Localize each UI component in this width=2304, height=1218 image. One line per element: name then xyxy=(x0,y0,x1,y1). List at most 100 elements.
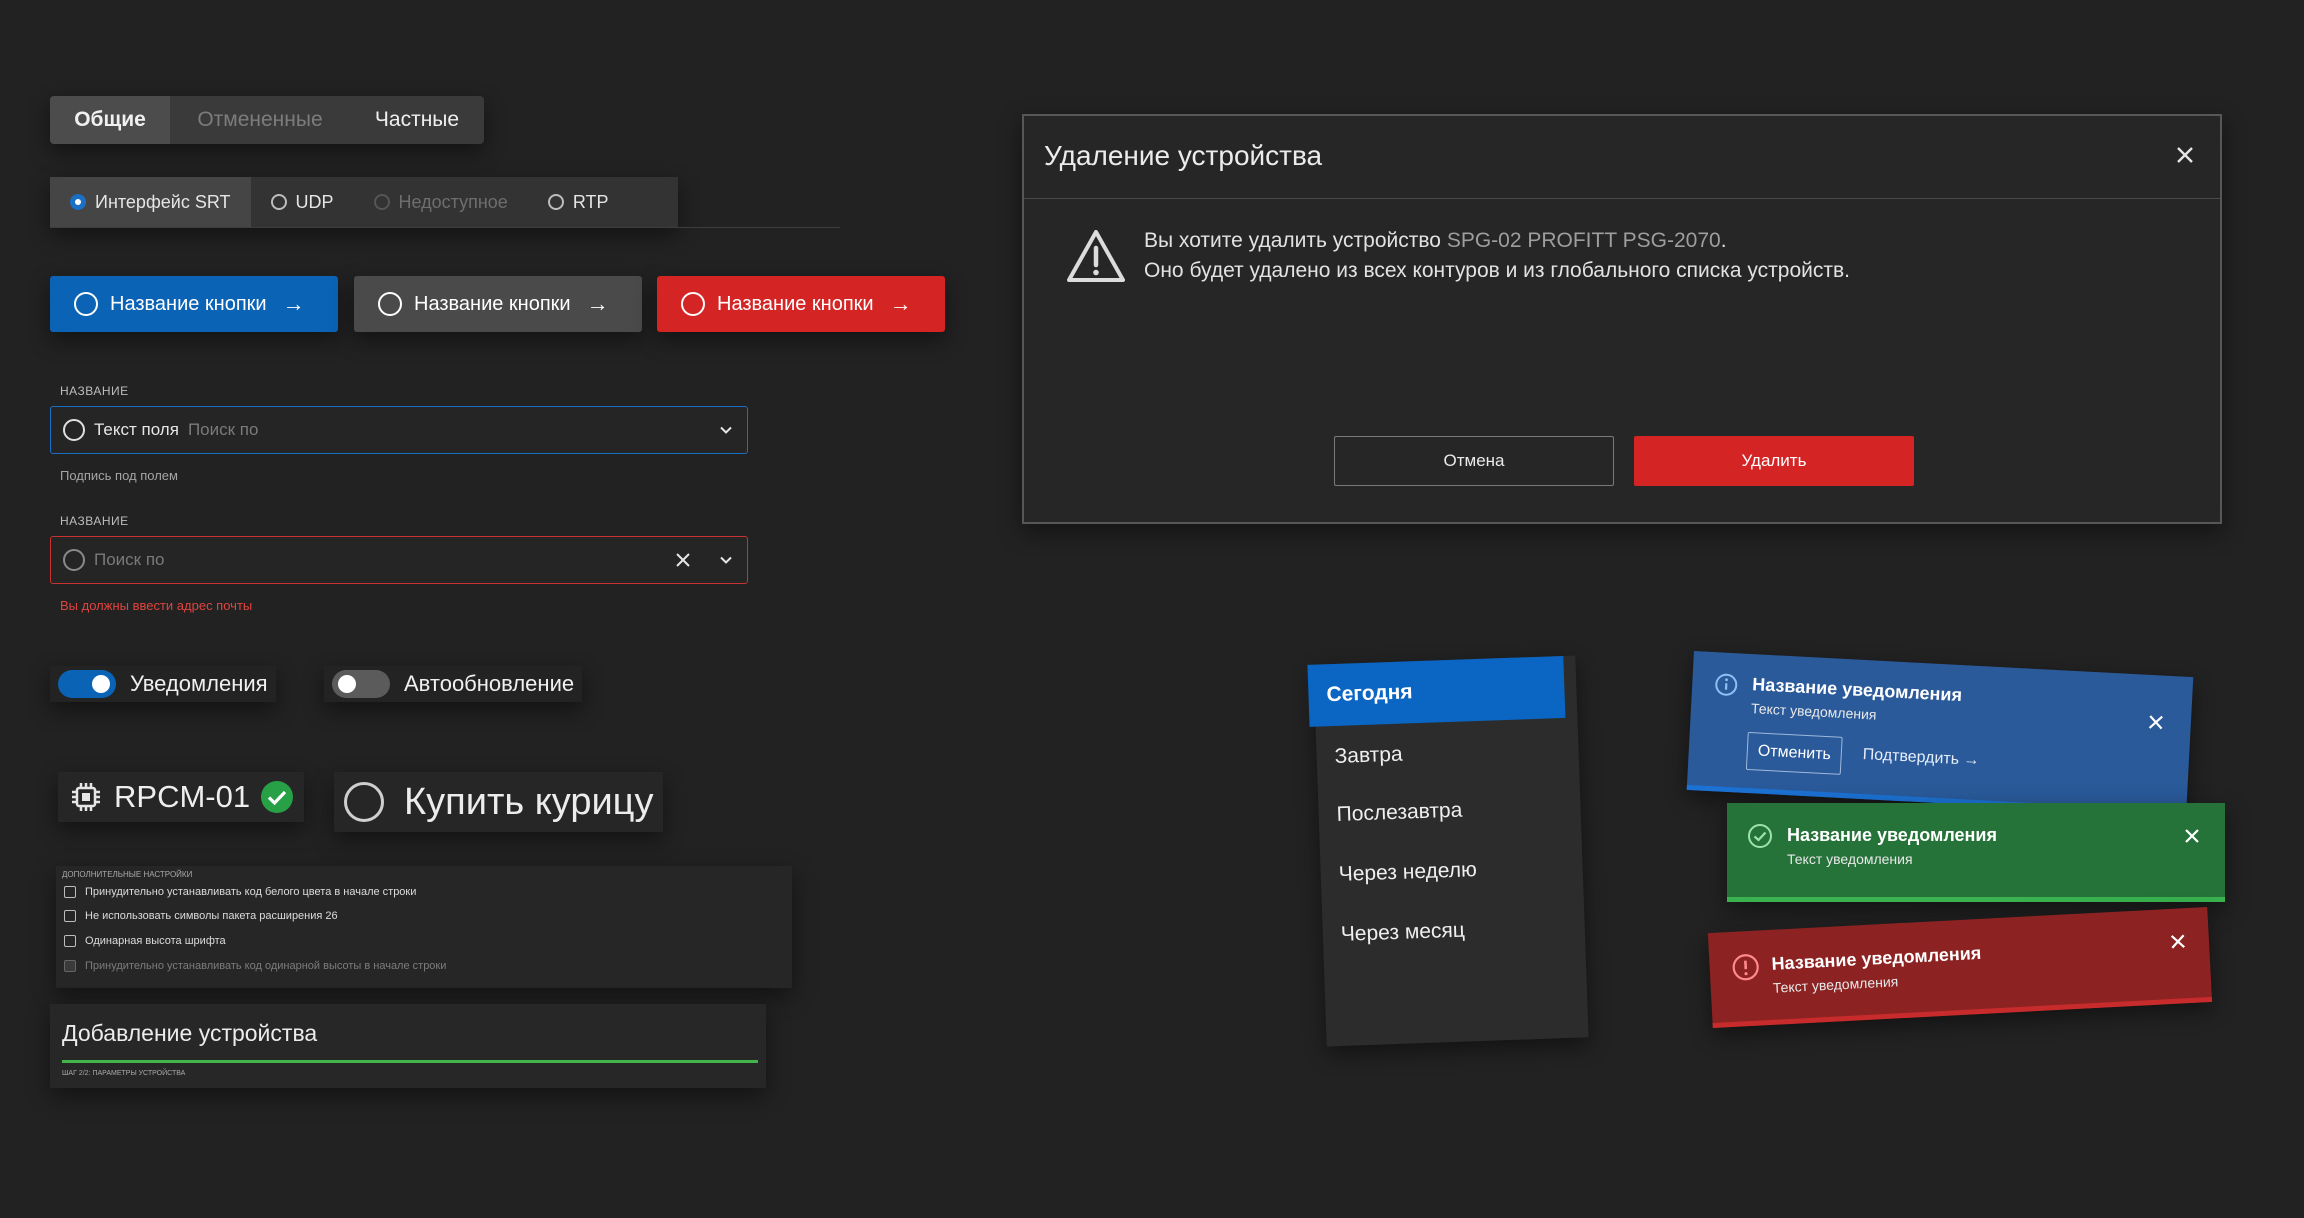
switch-off[interactable] xyxy=(332,670,390,698)
notification-cancel-button[interactable]: Отменить xyxy=(1745,731,1843,775)
toggle-label: Автообновление xyxy=(404,671,575,696)
dialog-message: Вы хотите удалить устройство SPG-02 PROF… xyxy=(1144,226,1850,286)
notification-text: Текст уведомления xyxy=(1750,700,1877,723)
toggle-label: Уведомления xyxy=(130,671,268,696)
notification-text: Текст уведомления xyxy=(1772,973,1899,996)
divider xyxy=(50,227,840,228)
arrow-right-icon: → xyxy=(889,291,912,316)
circle-icon xyxy=(378,292,402,316)
radio-selected-icon xyxy=(70,194,86,210)
secondary-button[interactable]: Название кнопки → xyxy=(354,276,642,332)
checkbox-label: Принудительно устанавливать код одинарно… xyxy=(85,960,447,972)
checkbox-label: Одинарная высота шрифта xyxy=(85,935,226,947)
notification-success: Название уведомления Текст уведомления xyxy=(1727,803,2225,902)
radio-label: Интерфейс SRT xyxy=(95,191,231,212)
delete-button[interactable]: Удалить xyxy=(1634,436,1914,486)
settings-header: ДОПОЛНИТЕЛЬНЫЕ НАСТРОЙКИ xyxy=(62,870,193,879)
radio-group: Интерфейс SRT UDP Недоступное RTP xyxy=(50,177,678,227)
notification-error: Название уведомления Текст уведомления xyxy=(1707,906,2213,1029)
message-prefix: Вы хотите удалить устройство xyxy=(1144,229,1441,252)
checkbox-row[interactable]: Одинарная высота шрифта xyxy=(64,935,226,947)
close-icon[interactable] xyxy=(2183,827,2201,845)
device-name: SPG-02 PROFITT PSG-2070 xyxy=(1446,229,1721,252)
circle-icon xyxy=(63,419,85,441)
field-placeholder: Поиск по xyxy=(187,420,259,439)
circle-icon xyxy=(63,549,85,571)
checkbox-icon[interactable] xyxy=(64,886,76,898)
danger-button[interactable]: Название кнопки → xyxy=(657,276,945,332)
progress-bar xyxy=(62,1060,758,1063)
check-circle-icon xyxy=(1748,824,1772,848)
radio-disabled-icon xyxy=(373,194,390,210)
notification-text: Текст уведомления xyxy=(1787,851,1913,867)
toggle-autoupdate[interactable]: Автообновление xyxy=(324,666,583,702)
task-checkbox-icon[interactable] xyxy=(344,782,384,822)
primary-button[interactable]: Название кнопки → xyxy=(50,276,338,332)
toggle-notifications[interactable]: Уведомления xyxy=(50,666,276,702)
chevron-down-icon[interactable] xyxy=(717,551,735,569)
notification-title: Название уведомления xyxy=(1787,825,1997,845)
tab-general[interactable]: Общие xyxy=(50,96,170,144)
select-field[interactable]: Текст поля Поиск по xyxy=(50,406,748,454)
alert-circle-icon xyxy=(1732,954,1759,981)
device-name: RPCM-01 xyxy=(114,779,251,814)
radio-label: UDP xyxy=(295,191,334,212)
radio-label: Недоступное xyxy=(398,191,508,212)
info-icon xyxy=(1715,673,1738,696)
task-label: Купить курицу xyxy=(404,780,654,823)
message-line2: Оно будет удалено из всех контуров и из … xyxy=(1144,259,1850,282)
close-icon[interactable] xyxy=(2172,142,2198,168)
checkbox-row-disabled: Принудительно устанавливать код одинарно… xyxy=(64,960,446,972)
button-label: Название кнопки xyxy=(717,292,874,315)
checkbox-row[interactable]: Не использовать символы пакета расширени… xyxy=(64,910,338,922)
checkbox-icon[interactable] xyxy=(64,910,76,922)
field-label: НАЗВАНИЕ xyxy=(60,514,129,528)
field-label: НАЗВАНИЕ xyxy=(60,384,129,398)
field-placeholder: Поиск по xyxy=(94,550,165,569)
radio-rtp[interactable]: RTP xyxy=(528,177,629,227)
tab-cancelled[interactable]: Отмененные xyxy=(170,96,350,144)
segmented-tabs: Общие Отмененные Частные xyxy=(50,96,484,144)
radio-udp[interactable]: UDP xyxy=(251,177,354,227)
button-label: Название кнопки xyxy=(110,292,267,315)
field-hint: Подпись под полем xyxy=(60,468,178,483)
close-icon[interactable] xyxy=(2146,713,2165,732)
radio-srt[interactable]: Интерфейс SRT xyxy=(50,177,251,227)
device-chip: RPCM-01 xyxy=(58,772,305,822)
circle-icon xyxy=(74,292,98,316)
radio-icon xyxy=(270,194,287,210)
radio-unavailable: Недоступное xyxy=(354,177,528,227)
menu-item-today[interactable]: Сегодня xyxy=(1307,655,1566,727)
close-icon[interactable] xyxy=(2168,932,2187,951)
task-chip[interactable]: Купить курицу xyxy=(334,772,664,832)
arrow-right-icon: → xyxy=(282,291,305,316)
notification-title: Название уведомления xyxy=(1771,942,1982,974)
radio-label: RTP xyxy=(572,191,609,212)
notification-confirm-link[interactable]: Подтвердить → xyxy=(1862,746,1980,770)
chip-icon xyxy=(72,783,100,811)
checkbox-label: Не использовать символы пакета расширени… xyxy=(85,910,338,922)
checkbox-disabled-icon xyxy=(64,960,76,972)
step-label: ШАГ 2/2: ПАРАМЕТРЫ УСТРОЙСТВА xyxy=(62,1070,186,1077)
checkbox-icon[interactable] xyxy=(64,935,76,947)
add-device-panel: Добавление устройства ШАГ 2/2: ПАРАМЕТРЫ… xyxy=(50,1004,766,1088)
field-error: Вы должны ввести адрес почты xyxy=(60,598,253,613)
circle-icon xyxy=(681,292,705,316)
tab-private[interactable]: Частные xyxy=(350,96,484,144)
menu-item-month[interactable]: Через месяц xyxy=(1322,895,1586,966)
field-value: Текст поля xyxy=(94,420,179,439)
check-circle-icon xyxy=(261,781,294,813)
date-menu: Сегодня Завтра Послезавтра Через неделю … xyxy=(1307,655,1589,1047)
chevron-down-icon[interactable] xyxy=(717,421,735,439)
checkbox-row[interactable]: Принудительно устанавливать код белого ц… xyxy=(64,886,416,898)
radio-icon xyxy=(547,194,564,210)
search-field[interactable]: Поиск по xyxy=(50,536,748,584)
clear-icon[interactable] xyxy=(674,551,692,569)
delete-dialog: Удаление устройства Вы хотите удалить ус… xyxy=(1022,114,2222,524)
arrow-right-icon: → xyxy=(586,291,609,316)
message-suffix: . xyxy=(1720,229,1727,252)
settings-panel: ДОПОЛНИТЕЛЬНЫЕ НАСТРОЙКИ Принудительно у… xyxy=(56,866,792,988)
notification-info: Название уведомления Текст уведомления О… xyxy=(1686,651,2194,816)
switch-on[interactable] xyxy=(58,670,116,698)
cancel-button[interactable]: Отмена xyxy=(1334,436,1614,486)
